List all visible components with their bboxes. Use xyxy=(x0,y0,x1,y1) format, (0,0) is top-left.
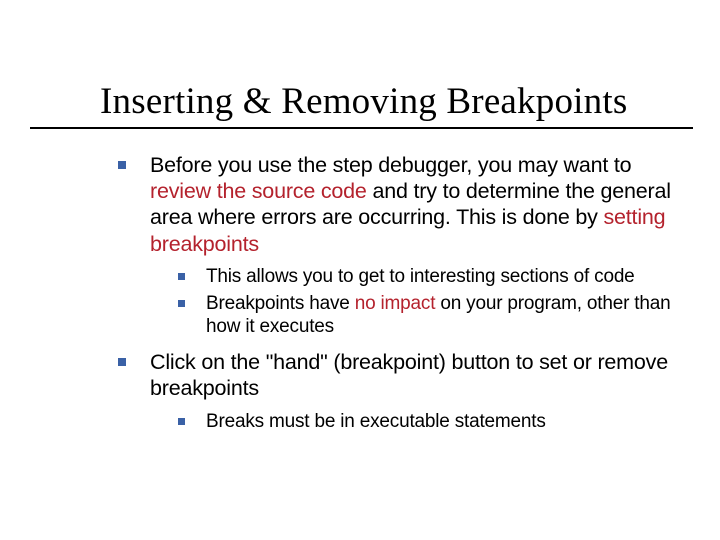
slide-body: Before you use the step debugger, you ma… xyxy=(118,152,678,443)
slide: Inserting & Removing Breakpoints Before … xyxy=(0,0,720,540)
list-item: Before you use the step debugger, you ma… xyxy=(118,152,678,339)
text-run: Breakpoints have xyxy=(206,293,355,314)
bullet-list-level-2: This allows you to get to interesting se… xyxy=(150,265,678,339)
accent-text: no impact xyxy=(355,293,436,314)
list-item: Click on the "hand" (breakpoint) button … xyxy=(118,349,678,433)
text-run: Click on the "hand" (breakpoint) button … xyxy=(150,350,668,400)
list-item: Breaks must be in executable statements xyxy=(178,410,678,434)
bullet-list-level-1: Before you use the step debugger, you ma… xyxy=(118,152,678,433)
list-item: This allows you to get to interesting se… xyxy=(178,265,678,289)
bullet-list-level-2: Breaks must be in executable statements xyxy=(150,410,678,434)
title-underline xyxy=(30,127,693,129)
text-run: Before you use the step debugger, you ma… xyxy=(150,153,631,177)
slide-title: Inserting & Removing Breakpoints xyxy=(100,80,627,123)
list-item: Breakpoints have no impact on your progr… xyxy=(178,292,678,340)
accent-text: review the source code xyxy=(150,179,367,203)
